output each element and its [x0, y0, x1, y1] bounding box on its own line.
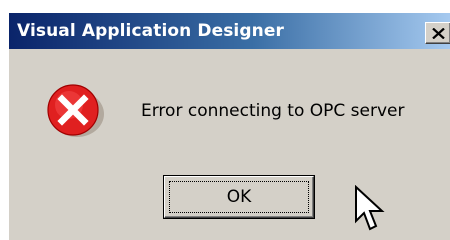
title-bar[interactable]: Visual Application Designer — [9, 13, 450, 49]
dialog-title: Visual Application Designer — [17, 21, 284, 41]
error-message: Error connecting to OPC server — [141, 101, 405, 121]
mouse-pointer-icon — [355, 185, 385, 231]
close-icon — [432, 28, 445, 39]
ok-button[interactable]: OK — [163, 175, 315, 219]
error-dialog: Visual Application Designer Error connec… — [8, 12, 450, 240]
close-button[interactable] — [425, 22, 450, 44]
ok-label: OK — [226, 187, 252, 207]
error-icon — [47, 84, 104, 137]
